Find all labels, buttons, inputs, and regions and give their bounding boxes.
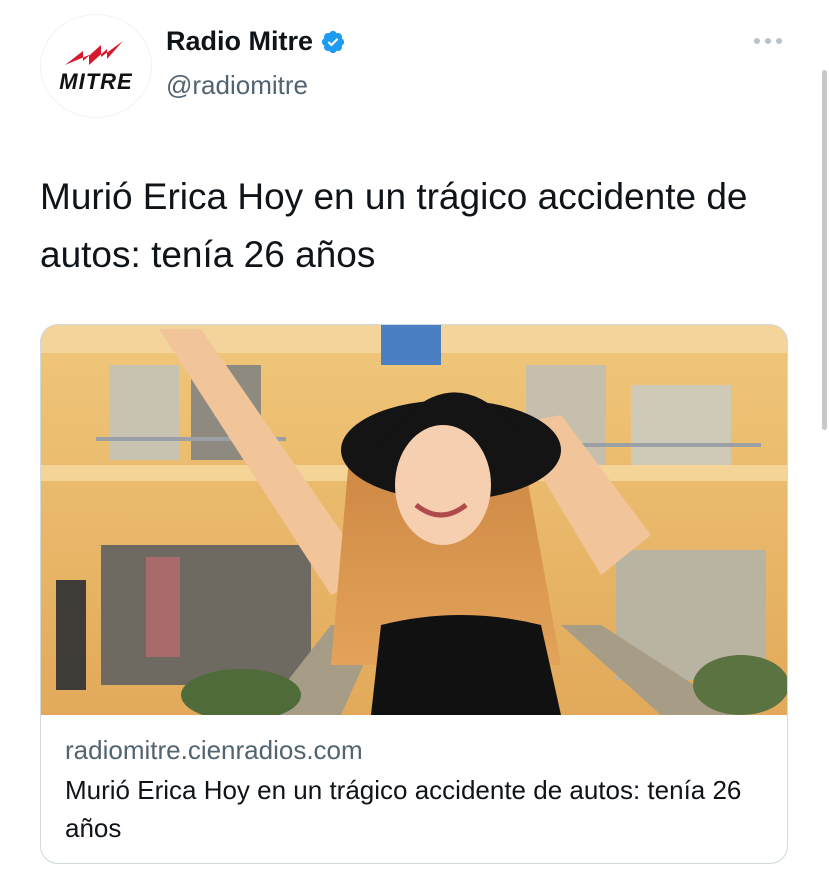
verified-badge-icon xyxy=(321,30,345,53)
tweet-text: Murió Erica Hoy en un trágico accidente … xyxy=(40,176,748,275)
scrollbar[interactable] xyxy=(821,0,829,887)
radio-waves-logo-icon xyxy=(65,41,123,65)
more-horizontal-icon xyxy=(754,38,782,44)
card-domain[interactable]: radiomitre.cienradios.com xyxy=(65,733,765,767)
author-name-row: Radio Mitre xyxy=(166,26,346,57)
tweet[interactable]: MITRE Radio Mitre @radiomitre Murió Eric… xyxy=(0,0,829,887)
woman-in-hat-photo xyxy=(41,325,787,715)
avatar-logo-text: MITRE xyxy=(59,69,133,94)
card-meta: radiomitre.cienradios.com Murió Erica Ho… xyxy=(65,733,765,847)
more-options-button[interactable] xyxy=(751,28,785,54)
card-title[interactable]: Murió Erica Hoy en un trágico accidente … xyxy=(65,771,765,847)
link-card[interactable]: radiomitre.cienradios.com Murió Erica Ho… xyxy=(40,324,788,864)
author-handle[interactable]: @radiomitre xyxy=(166,70,308,101)
avatar[interactable]: MITRE xyxy=(40,14,152,118)
author-display-name[interactable]: Radio Mitre xyxy=(166,26,313,57)
scroll-thumb[interactable] xyxy=(822,70,827,430)
card-image[interactable] xyxy=(41,325,787,715)
